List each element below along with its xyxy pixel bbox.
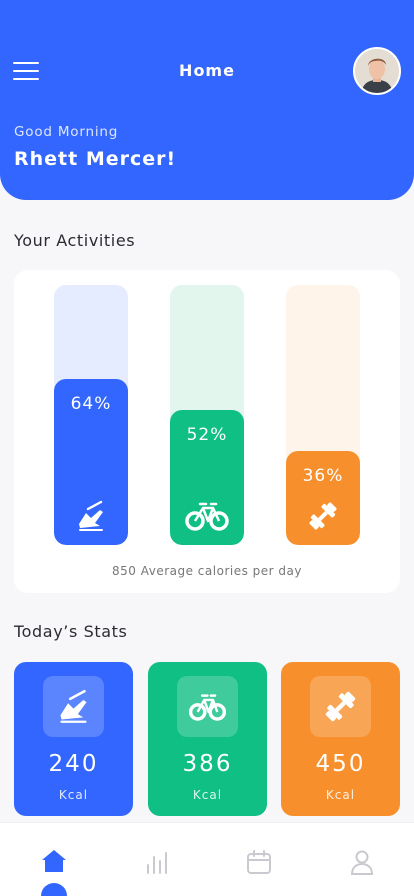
tab-home[interactable] xyxy=(34,843,74,883)
stat-unit: Kcal xyxy=(192,788,223,802)
user-avatar-icon xyxy=(355,49,399,93)
stat-card-running[interactable]: 240 Kcal xyxy=(14,662,133,816)
stat-icon-box xyxy=(43,676,104,737)
bicycle-icon xyxy=(189,694,226,721)
bottom-tab-bar xyxy=(0,822,414,896)
user-name: Rhett Mercer! xyxy=(14,148,177,170)
activities-card: 64% 52% 36% 850 Average calories per day xyxy=(14,270,400,593)
dumbbell-icon xyxy=(325,691,356,722)
stat-value: 240 xyxy=(48,751,99,777)
running-shoe-icon xyxy=(74,499,108,533)
dumbbell-icon xyxy=(306,499,340,533)
greeting-text: Good Morning xyxy=(14,124,119,140)
active-tab-indicator xyxy=(41,883,67,896)
activity-percent: 36% xyxy=(302,466,344,486)
stats-title: Today’s Stats xyxy=(14,622,128,641)
profile-icon xyxy=(350,850,374,875)
tab-profile[interactable] xyxy=(342,843,382,883)
activities-caption: 850 Average calories per day xyxy=(112,564,302,578)
activity-bar-cycling[interactable]: 52% xyxy=(170,285,244,545)
home-icon xyxy=(42,850,66,872)
running-shoe-icon xyxy=(60,689,87,723)
header: Home Good Morning Rhett Mercer! xyxy=(0,0,414,200)
activity-bar-running[interactable]: 64% xyxy=(54,285,128,545)
activity-percent: 52% xyxy=(186,425,228,445)
activity-bar-workout[interactable]: 36% xyxy=(286,285,360,545)
avatar[interactable] xyxy=(353,47,401,95)
tab-calendar[interactable] xyxy=(239,843,279,883)
stat-value: 386 xyxy=(182,751,233,777)
stat-unit: Kcal xyxy=(58,788,89,802)
bicycle-icon xyxy=(184,499,230,533)
stat-unit: Kcal xyxy=(325,788,356,802)
stat-icon-box xyxy=(177,676,238,737)
stat-value: 450 xyxy=(315,751,366,777)
tab-stats[interactable] xyxy=(137,843,177,883)
stat-card-workout[interactable]: 450 Kcal xyxy=(281,662,400,816)
calendar-icon xyxy=(247,850,271,874)
bar-chart-icon xyxy=(147,852,167,874)
activity-percent: 64% xyxy=(70,394,112,414)
stat-icon-box xyxy=(310,676,371,737)
stat-card-cycling[interactable]: 386 Kcal xyxy=(148,662,267,816)
activities-title: Your Activities xyxy=(14,231,136,250)
page-title: Home xyxy=(179,61,235,80)
